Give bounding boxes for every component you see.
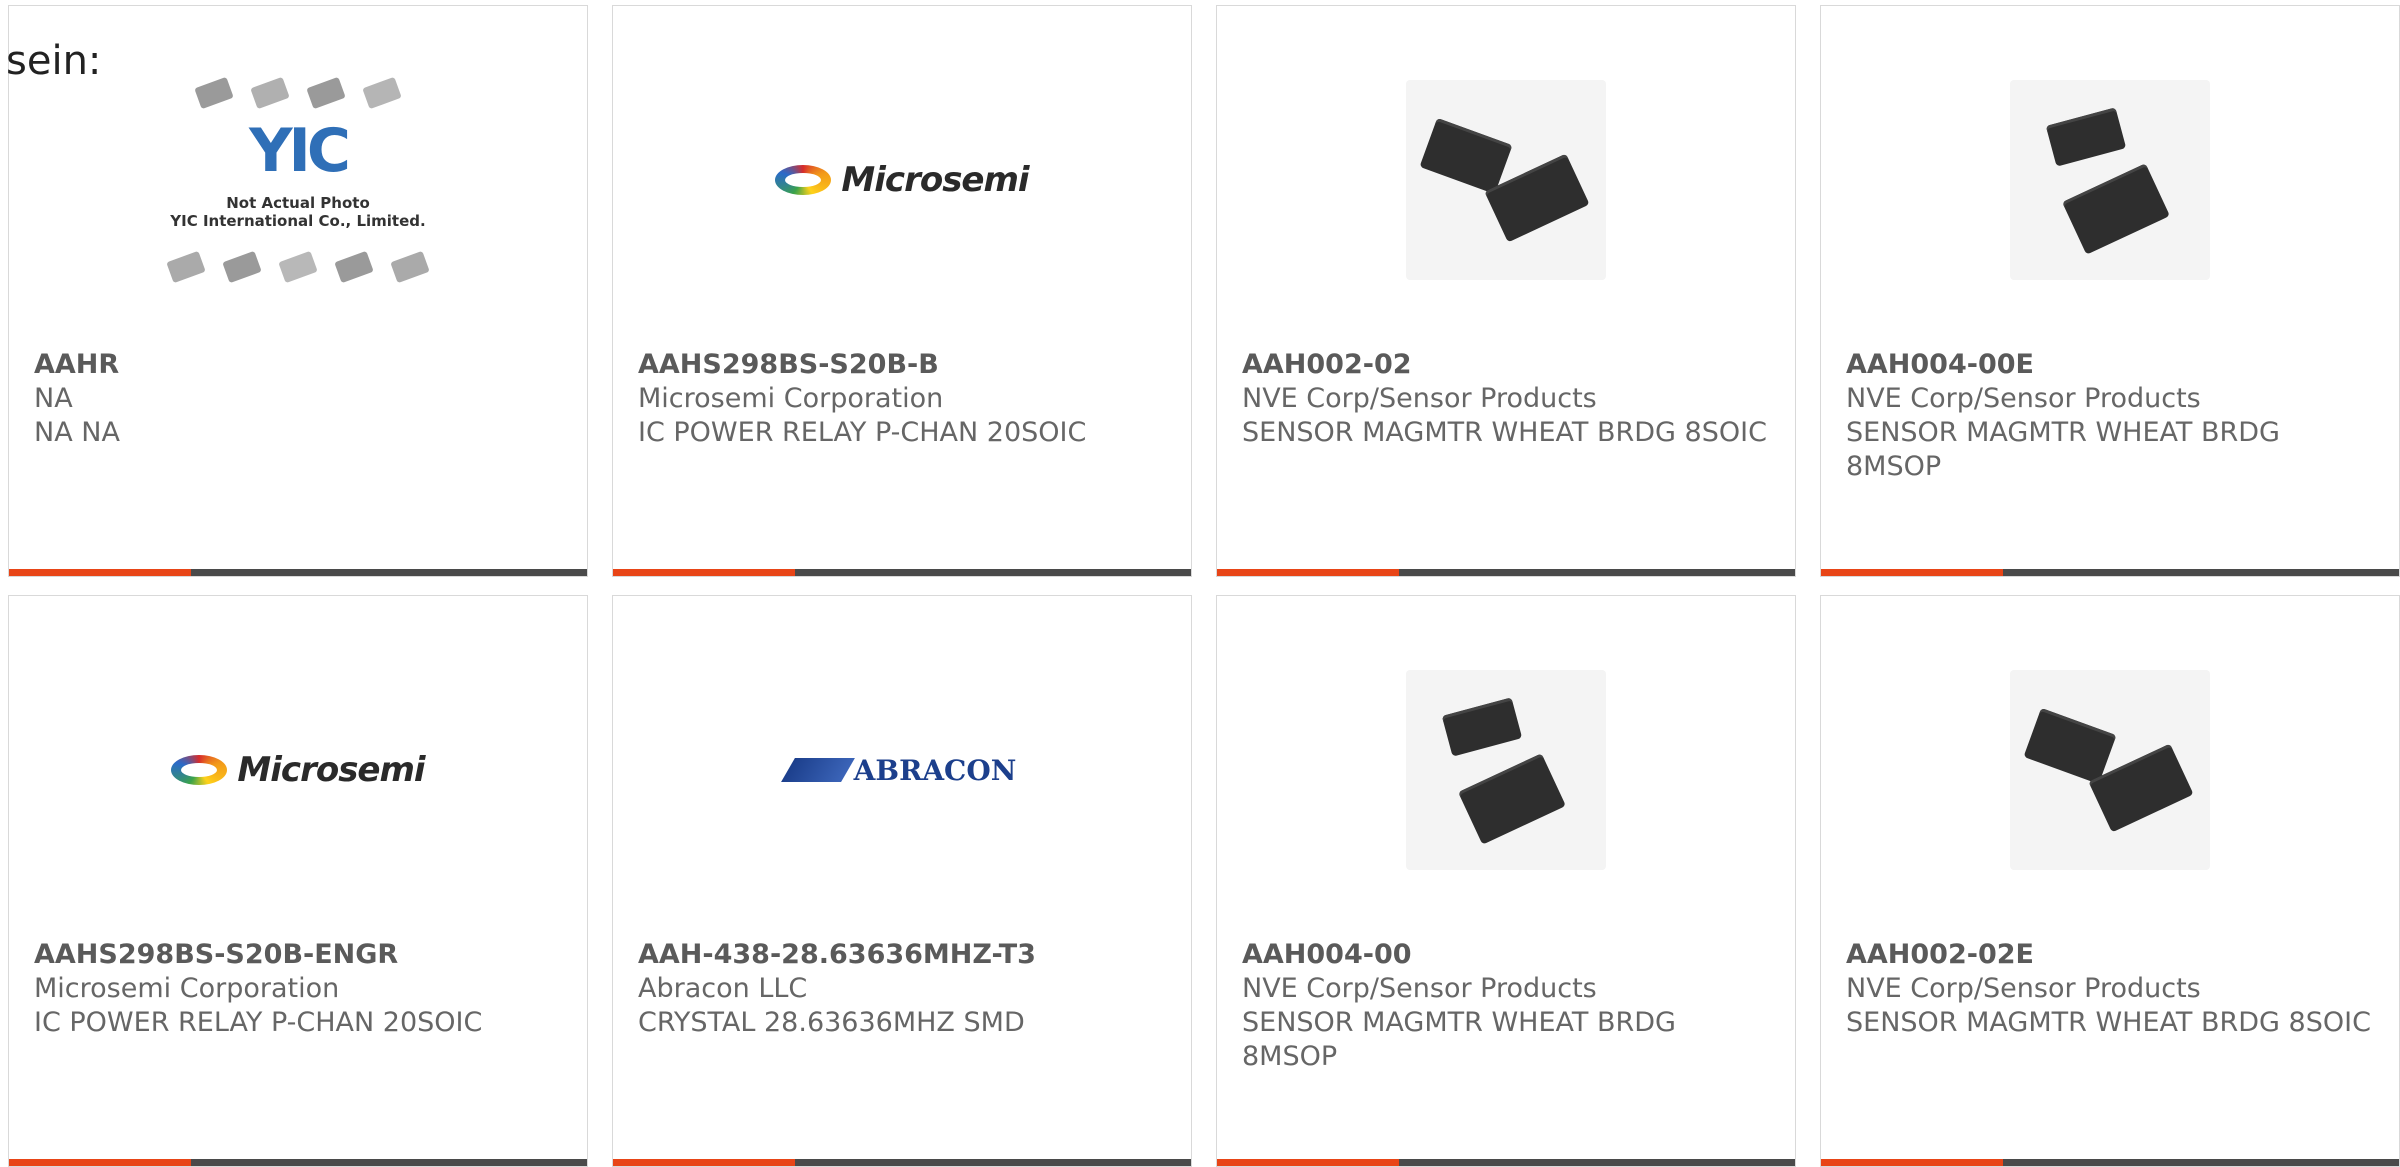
card-bar <box>9 569 587 576</box>
product-card[interactable]: Microsemi AAHS298BS-S20B-B Microsemi Cor… <box>612 5 1192 577</box>
description: SENSOR MAGMTR WHEAT BRDG 8SOIC <box>1846 1007 2371 1038</box>
manufacturer: NVE Corp/Sensor Products <box>1846 973 2201 1004</box>
product-card[interactable]: AAH004-00E NVE Corp/Sensor Products SENS… <box>1820 5 2400 577</box>
manufacturer: NA <box>34 383 73 414</box>
part-number[interactable]: AAHS298BS-S20B-ENGR <box>34 938 567 972</box>
description: NA NA <box>34 417 120 448</box>
manufacturer: Microsemi Corporation <box>34 973 340 1004</box>
part-number[interactable]: AAH004-00E <box>1846 348 2379 382</box>
manufacturer: NVE Corp/Sensor Products <box>1242 383 1597 414</box>
product-card[interactable]: ABRACON AAH-438-28.63636MHZ-T3 Abracon L… <box>612 595 1192 1167</box>
card-bar <box>613 569 1191 576</box>
description: SENSOR MAGMTR WHEAT BRDG 8SOIC <box>1242 417 1767 448</box>
product-image: Microsemi <box>613 70 1191 290</box>
placeholder-image: YIC Not Actual Photo YIC International Co… <box>163 60 433 300</box>
card-bar <box>1217 569 1795 576</box>
description: IC POWER RELAY P-CHAN 20SOIC <box>34 1007 483 1038</box>
card-bar <box>1217 1159 1795 1166</box>
product-card[interactable]: YIC Not Actual Photo YIC International Co… <box>8 5 588 577</box>
msop-chips-image <box>1406 670 1606 870</box>
manufacturer: Abracon LLC <box>638 973 808 1004</box>
msop-chips-image <box>2010 80 2210 280</box>
card-bar <box>613 1159 1191 1166</box>
product-image <box>1821 70 2399 290</box>
part-number[interactable]: AAH002-02 <box>1242 348 1775 382</box>
microsemi-logo: Microsemi <box>775 160 1030 200</box>
microsemi-logo: Microsemi <box>171 750 426 790</box>
description: SENSOR MAGMTR WHEAT BRDG 8MSOP <box>1242 1007 1676 1072</box>
lead-text: sein: <box>6 38 102 84</box>
product-image <box>1821 660 2399 880</box>
yic-logo: YIC <box>249 116 351 186</box>
card-bar <box>1821 569 2399 576</box>
product-card[interactable]: AAH004-00 NVE Corp/Sensor Products SENSO… <box>1216 595 1796 1167</box>
placeholder-caption-1: Not Actual Photo <box>226 194 370 212</box>
product-card[interactable]: AAH002-02E NVE Corp/Sensor Products SENS… <box>1820 595 2400 1167</box>
part-number[interactable]: AAHS298BS-S20B-B <box>638 348 1171 382</box>
soic-chips-image <box>1406 80 1606 280</box>
product-image: ABRACON <box>613 660 1191 880</box>
abracon-logo: ABRACON <box>780 754 1016 787</box>
product-card[interactable]: Microsemi AAHS298BS-S20B-ENGR Microsemi … <box>8 595 588 1167</box>
manufacturer: Microsemi Corporation <box>638 383 944 414</box>
product-image <box>1217 70 1795 290</box>
manufacturer: NVE Corp/Sensor Products <box>1242 973 1597 1004</box>
description: CRYSTAL 28.63636MHZ SMD <box>638 1007 1025 1038</box>
product-card[interactable]: AAH002-02 NVE Corp/Sensor Products SENSO… <box>1216 5 1796 577</box>
part-number[interactable]: AAH-438-28.63636MHZ-T3 <box>638 938 1171 972</box>
manufacturer: NVE Corp/Sensor Products <box>1846 383 2201 414</box>
product-image: YIC Not Actual Photo YIC International Co… <box>9 70 587 290</box>
placeholder-caption-2: YIC International Co., Limited. <box>170 212 426 230</box>
description: IC POWER RELAY P-CHAN 20SOIC <box>638 417 1087 448</box>
product-image <box>1217 660 1795 880</box>
description: SENSOR MAGMTR WHEAT BRDG 8MSOP <box>1846 417 2280 482</box>
soic-chips-image <box>2010 670 2210 870</box>
part-number[interactable]: AAHR <box>34 348 567 382</box>
part-number[interactable]: AAH002-02E <box>1846 938 2379 972</box>
card-bar <box>9 1159 587 1166</box>
part-number[interactable]: AAH004-00 <box>1242 938 1775 972</box>
card-bar <box>1821 1159 2399 1166</box>
product-image: Microsemi <box>9 660 587 880</box>
